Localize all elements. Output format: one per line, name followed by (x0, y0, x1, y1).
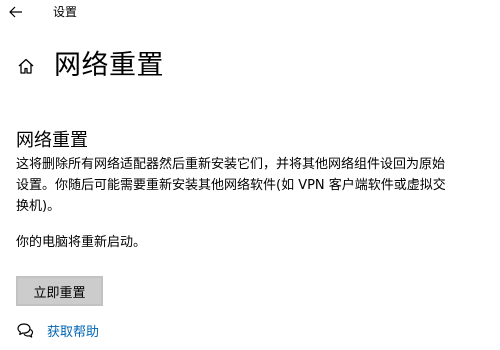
back-button[interactable] (4, 1, 28, 23)
section-title: 网络重置 (16, 129, 88, 151)
title-bar: 设置 (0, 0, 500, 24)
chat-bubbles-icon (16, 321, 34, 339)
reset-description: 这将删除所有网络适配器然后重新安装它们，并将其他网络组件设回为原始设置。你随后可… (16, 157, 446, 214)
get-help-row[interactable]: 获取帮助 (16, 319, 99, 341)
page-title: 网络重置 (54, 50, 164, 81)
arrow-left-icon (9, 6, 22, 18)
restart-note: 你的电脑将重新启动。 (16, 235, 147, 250)
home-button[interactable] (14, 54, 38, 78)
get-help-link[interactable]: 获取帮助 (47, 321, 99, 340)
app-title: 设置 (53, 5, 78, 19)
reset-now-button[interactable]: 立即重置 (16, 276, 103, 306)
home-icon (18, 58, 34, 74)
page-header: 网络重置 (14, 48, 164, 84)
